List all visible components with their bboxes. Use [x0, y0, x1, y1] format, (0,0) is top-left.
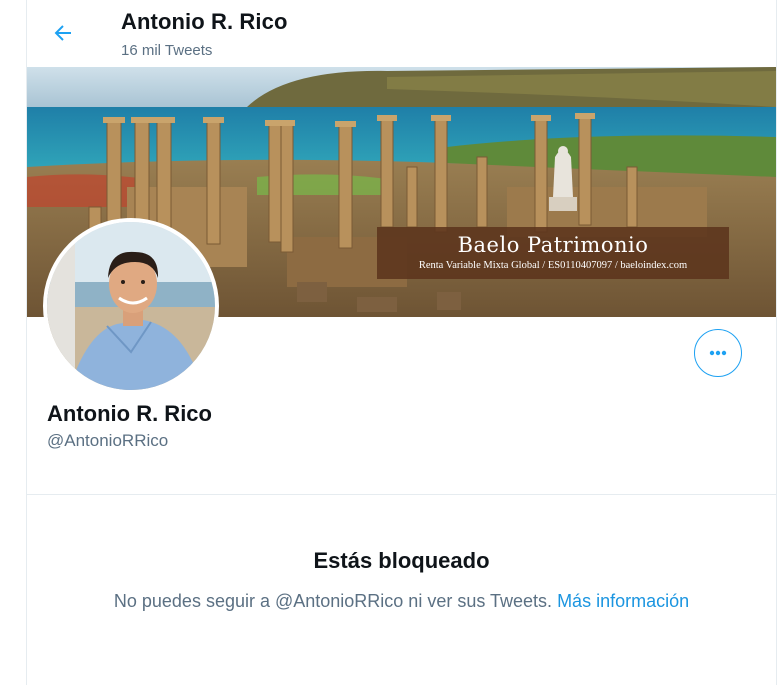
blocked-text: No puedes seguir a @AntonioRRico ni ver … — [113, 591, 553, 611]
top-bar: Antonio R. Rico 16 mil Tweets — [27, 0, 776, 67]
arrow-left-icon — [54, 25, 71, 41]
banner-title: Baelo Patrimonio — [457, 233, 649, 257]
more-options-icon — [709, 350, 727, 356]
more-options-button[interactable] — [694, 329, 742, 377]
divider — [27, 494, 776, 495]
avatar-image — [47, 222, 215, 390]
header-title: Antonio R. Rico — [121, 9, 288, 34]
blocked-title: Estás bloqueado — [313, 548, 490, 573]
blocked-message: No puedes seguir a @AntonioRRico ni ver … — [27, 591, 776, 612]
back-button[interactable] — [44, 14, 82, 52]
banner-caption: Baelo Patrimonio Renta Variable Mixta Gl… — [377, 227, 729, 279]
tweet-count: 16 mil Tweets — [121, 42, 213, 59]
profile-handle: @AntonioRRico — [47, 431, 169, 450]
banner-subtitle: Renta Variable Mixta Global / ES01104070… — [418, 260, 688, 271]
profile-column: Antonio R. Rico 16 mil Tweets Baelo Patr… — [26, 0, 777, 685]
profile-avatar[interactable] — [43, 218, 219, 394]
profile-name: Antonio R. Rico — [47, 401, 212, 426]
learn-more-link[interactable]: Más información — [557, 591, 689, 611]
